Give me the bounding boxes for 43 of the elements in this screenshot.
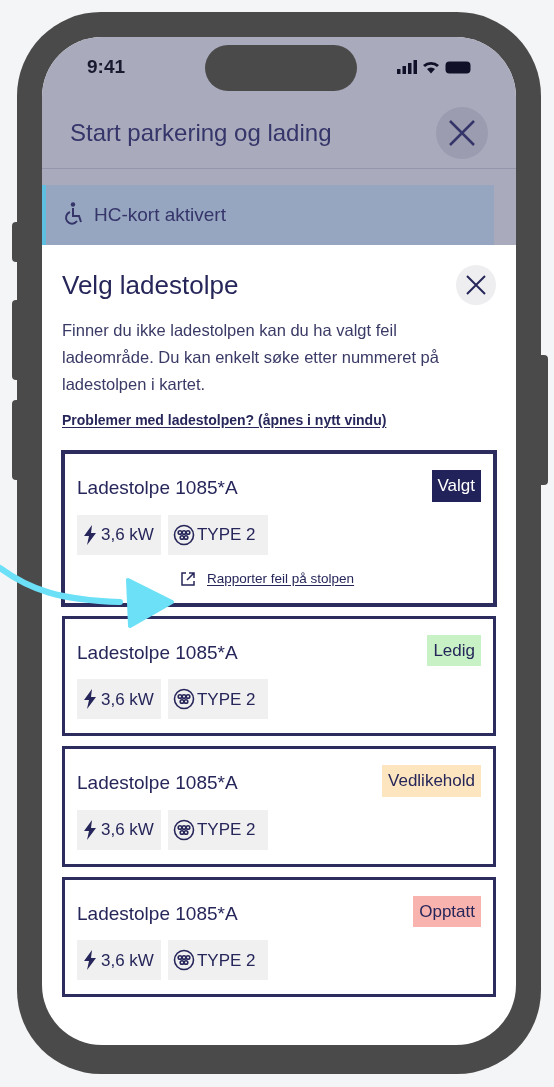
lightning-icon bbox=[84, 689, 96, 710]
external-link-icon bbox=[181, 571, 195, 586]
lightning-icon bbox=[84, 524, 96, 545]
power-text: 3,6 kW bbox=[101, 819, 154, 841]
charger-card[interactable]: Ladestolpe 1085*A Opptatt 3,6 kW TYPE 2 bbox=[62, 876, 496, 998]
report-link[interactable]: Rapporter feil på stolpen bbox=[207, 568, 355, 589]
status-tag: Valgt bbox=[431, 470, 481, 502]
charger-card[interactable]: Ladestolpe 1085*A Vedlikehold 3,6 kW TYPE 2 bbox=[62, 746, 496, 867]
power-text: 3,6 kW bbox=[101, 688, 154, 711]
power-text: 3,6 kW bbox=[101, 523, 154, 546]
connector-icon bbox=[172, 523, 195, 546]
charger-name: Ladestolpe 1085*A bbox=[77, 771, 238, 796]
connector-text: TYPE 2 bbox=[196, 523, 256, 546]
wifi-icon bbox=[423, 60, 439, 74]
battery-icon bbox=[445, 60, 471, 74]
screen-title: Start parkering og lading bbox=[70, 117, 332, 148]
charger-card[interactable]: Ladestolpe 1085*A Ledig 3,6 kW TYPE 2 bbox=[62, 615, 496, 737]
connector-text: TYPE 2 bbox=[196, 688, 256, 711]
connector-text: TYPE 2 bbox=[196, 949, 256, 972]
charger-name: Ladestolpe 1085*A bbox=[77, 476, 238, 500]
close-button[interactable] bbox=[456, 265, 496, 305]
wheelchair-icon bbox=[64, 202, 82, 226]
power-text: 3,6 kW bbox=[101, 949, 154, 972]
banner-title: HC-kort aktivert bbox=[94, 203, 226, 227]
connector-text: TYPE 2 bbox=[196, 819, 256, 841]
close-icon bbox=[447, 117, 477, 148]
lightning-icon bbox=[84, 950, 96, 971]
status-tag: Opptatt bbox=[413, 895, 481, 928]
lightning-icon bbox=[84, 819, 96, 840]
description-text: Finner du ikke ladestolpen kan du ha valgt feil ladeområde. Du kan enkelt søke etter nummeret på ladestolpen i kartet. bbox=[62, 320, 440, 395]
help-link[interactable]: Problemer med ladestolpen? (åpnes i nytt vindu) bbox=[62, 410, 387, 431]
charger-card[interactable]: Ladestolpe 1085*A Valgt 3,6 kW TYPE 2 Rapporter feil på stolpen bbox=[62, 451, 496, 606]
signal-icon bbox=[397, 60, 417, 74]
charger-name: Ladestolpe 1085*A bbox=[77, 901, 238, 926]
charger-name: Ladestolpe 1085*A bbox=[77, 640, 238, 665]
status-tag: Vedlikehold bbox=[382, 765, 481, 797]
status-time: 9:41 bbox=[87, 54, 126, 79]
close-icon bbox=[465, 274, 487, 296]
status-tag: Ledig bbox=[427, 634, 481, 667]
connector-icon bbox=[172, 818, 195, 841]
connector-icon bbox=[172, 688, 195, 711]
sheet-title: Velg ladestolpe bbox=[62, 268, 239, 302]
connector-icon bbox=[172, 949, 195, 972]
